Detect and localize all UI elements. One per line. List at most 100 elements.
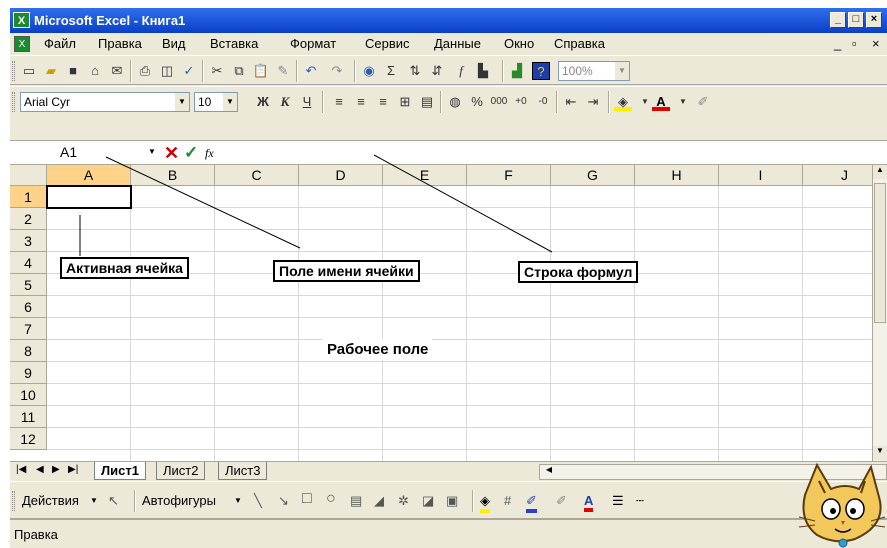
insert-function-icon[interactable]: f [452, 62, 470, 80]
menu-insert[interactable]: Вставка [210, 33, 258, 55]
last-sheet-icon[interactable]: ▶| [68, 464, 78, 475]
email-icon[interactable]: ✉ [108, 62, 126, 80]
brush-icon[interactable]: ✐ [556, 493, 567, 509]
new-icon[interactable]: ▭ [20, 62, 38, 80]
align-right-icon[interactable]: ≡ [374, 93, 392, 111]
autosum-icon[interactable]: Σ [382, 62, 400, 80]
pen-color-icon[interactable]: ✐ [526, 493, 537, 513]
line-style-icon[interactable]: ☰ [612, 493, 624, 509]
menu-window[interactable]: Окно [504, 33, 534, 55]
picture-icon[interactable]: ▣ [446, 493, 458, 509]
textbox-icon[interactable]: ▤ [350, 493, 362, 509]
save-icon[interactable]: ■ [64, 62, 82, 80]
doc-close-button[interactable]: × [872, 33, 880, 55]
print-icon[interactable]: ⎙ [136, 62, 154, 80]
oval-icon[interactable]: ○ [326, 490, 336, 508]
row-header-6[interactable]: 6 [10, 296, 47, 318]
minimize-button[interactable]: _ [830, 12, 846, 28]
menu-file[interactable]: Файл [44, 33, 76, 55]
select-objects-icon[interactable]: ↖ [108, 493, 119, 509]
percent-button[interactable]: % [468, 93, 486, 111]
column-header-h[interactable]: H [635, 165, 719, 186]
worksheet-grid[interactable]: A B C D E F G H I J 1 2 3 4 5 6 7 8 9 10 11 12 [10, 165, 872, 461]
font-size-combo[interactable]: 10 ▼ [194, 92, 238, 112]
help-assistant-icon[interactable]: ? [532, 62, 550, 80]
row-header-4[interactable]: 4 [10, 252, 47, 274]
fill-color-icon[interactable]: ◈ [614, 93, 632, 111]
scroll-left-icon[interactable]: ◀ [542, 465, 556, 479]
chevron-down-icon[interactable]: ▼ [223, 93, 237, 111]
decrease-indent-icon[interactable]: ⇤ [562, 93, 580, 111]
line-icon[interactable]: ╲ [254, 493, 262, 509]
sheet-tab-1[interactable]: Лист1 [94, 462, 146, 480]
arrow-icon[interactable]: ↘ [278, 493, 289, 509]
sort-ascending-icon[interactable]: ⇅ [406, 62, 424, 80]
column-header-f[interactable]: F [467, 165, 551, 186]
column-header-j[interactable]: J [803, 165, 872, 186]
vertical-scrollbar[interactable]: ▲ ▼ [872, 165, 887, 461]
underline-button[interactable]: Ч [298, 93, 316, 111]
row-header-3[interactable]: 3 [10, 230, 47, 252]
currency-icon[interactable]: ◍ [446, 93, 464, 111]
chevron-down-icon[interactable]: ▼ [90, 496, 98, 505]
redo-icon[interactable]: ↷ [328, 62, 346, 80]
undo-icon[interactable]: ↶ [302, 62, 320, 80]
justify-icon[interactable]: ▤ [418, 93, 436, 111]
spelling-icon[interactable]: ✓ [180, 62, 198, 80]
menu-tools[interactable]: Сервис [365, 33, 410, 55]
font-color-icon[interactable]: A [584, 493, 594, 512]
sort-descending-icon[interactable]: ⇵ [428, 62, 446, 80]
row-header-1[interactable]: 1 [10, 186, 47, 208]
row-header-2[interactable]: 2 [10, 208, 47, 230]
next-sheet-icon[interactable]: ▶ [52, 464, 60, 475]
thousands-button[interactable]: 000 [490, 93, 508, 111]
column-header-a[interactable]: A [47, 165, 131, 186]
prev-sheet-icon[interactable]: ◀ [36, 464, 44, 475]
scroll-thumb[interactable] [874, 183, 886, 323]
workbook-icon[interactable]: X [14, 36, 30, 52]
drawing-icon[interactable]: ▟ [508, 62, 526, 80]
print-preview-icon[interactable]: ◫ [158, 62, 176, 80]
doc-minimize-button[interactable]: _ [834, 33, 841, 55]
font-name-combo[interactable]: Arial Cyr ▼ [20, 92, 190, 112]
align-left-icon[interactable]: ≡ [330, 93, 348, 111]
name-box[interactable]: A1 [10, 142, 150, 163]
scroll-up-icon[interactable]: ▲ [873, 165, 887, 179]
menu-format[interactable]: Формат [290, 33, 336, 55]
active-cell[interactable] [46, 185, 132, 209]
row-header-11[interactable]: 11 [10, 406, 47, 428]
decrease-decimal-icon[interactable]: -0 [534, 93, 552, 111]
row-header-5[interactable]: 5 [10, 274, 47, 296]
chevron-down-icon[interactable]: ▼ [674, 93, 692, 111]
align-center-icon[interactable]: ≡ [352, 93, 370, 111]
formula-input[interactable] [232, 142, 882, 163]
menu-edit[interactable]: Правка [98, 33, 142, 55]
draw-actions-button[interactable]: Действия [22, 493, 79, 508]
column-header-g[interactable]: G [551, 165, 635, 186]
maximize-button[interactable]: □ [848, 12, 864, 28]
clipart-icon[interactable]: ◪ [422, 493, 434, 509]
rectangle-icon[interactable]: □ [302, 490, 312, 508]
column-header-b[interactable]: B [131, 165, 215, 186]
autoshapes-button[interactable]: Автофигуры [142, 493, 216, 508]
excel-icon[interactable]: X [13, 12, 30, 28]
dash-style-icon[interactable]: ┄ [636, 493, 644, 509]
bold-button[interactable]: Ж [254, 93, 272, 111]
cut-icon[interactable]: ✂ [208, 62, 226, 80]
increase-decimal-icon[interactable]: +0 [512, 93, 530, 111]
sheet-tab-2[interactable]: Лист2 [156, 462, 206, 480]
doc-restore-button[interactable]: ▫ [852, 33, 857, 55]
chevron-down-icon[interactable]: ▼ [175, 93, 189, 111]
chevron-down-icon[interactable]: ▼ [615, 62, 629, 80]
sheet-tab-3[interactable]: Лист3 [218, 462, 268, 480]
merge-center-icon[interactable]: ⊞ [396, 93, 414, 111]
row-header-7[interactable]: 7 [10, 318, 47, 340]
line-color-icon[interactable]: # [504, 493, 511, 508]
toolbar-grip[interactable] [12, 92, 15, 112]
zoom-combo[interactable]: 100% ▼ [558, 61, 630, 81]
hyperlink-icon[interactable]: ◉ [360, 62, 378, 80]
insert-function-button[interactable]: fx [205, 141, 214, 165]
wordart-icon[interactable]: ◢ [374, 493, 384, 509]
column-header-c[interactable]: C [215, 165, 299, 186]
menu-view[interactable]: Вид [162, 33, 186, 55]
